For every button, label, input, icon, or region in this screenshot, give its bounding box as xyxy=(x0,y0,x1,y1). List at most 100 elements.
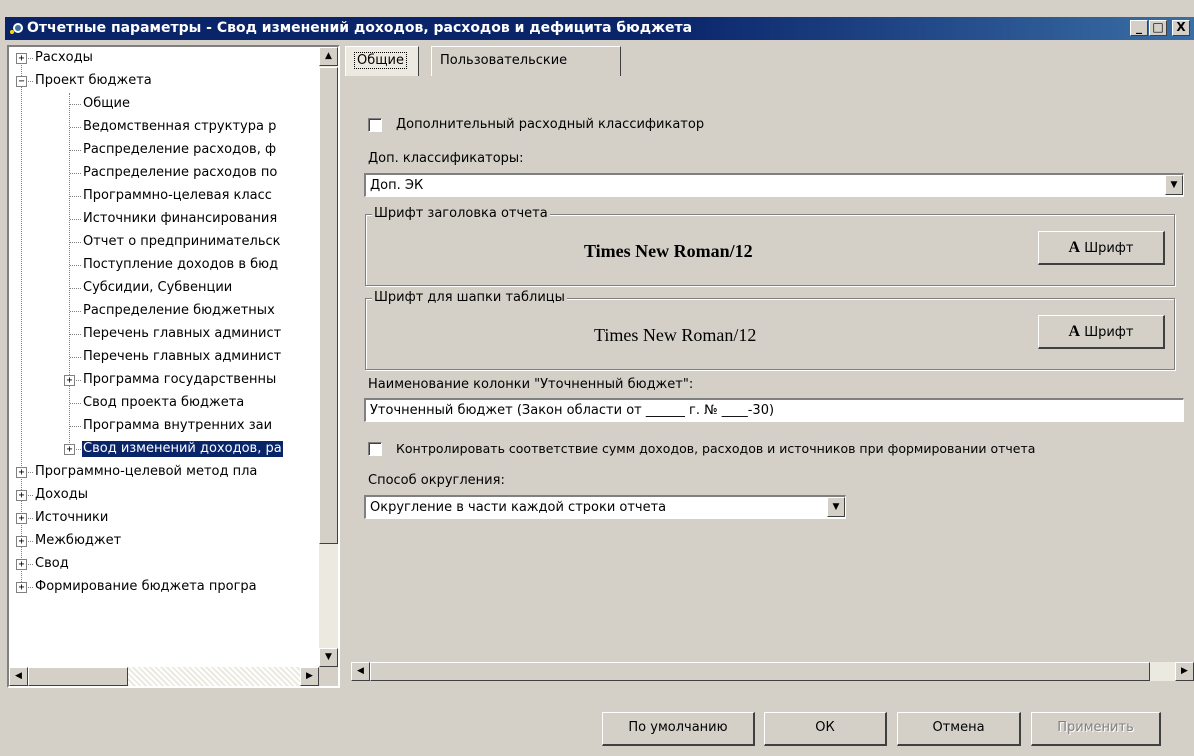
close-button[interactable]: X xyxy=(1172,20,1190,36)
tree-item[interactable]: + Свод xyxy=(9,553,319,576)
control-sums-label: Контролировать соответствие сумм доходов… xyxy=(396,441,1036,456)
tree-item[interactable]: Программно-целевая класс xyxy=(9,185,319,208)
tree-item[interactable]: Отчет о предпринимательск xyxy=(9,231,319,254)
expand-icon[interactable]: + xyxy=(16,53,27,64)
maximize-button[interactable]: □ xyxy=(1149,20,1167,36)
expand-icon[interactable]: + xyxy=(64,444,75,455)
scroll-up-icon[interactable]: ▲ xyxy=(319,47,338,66)
tree-connector xyxy=(28,81,33,82)
control-sums-checkbox[interactable] xyxy=(368,442,382,456)
extra-classifier-checkbox[interactable] xyxy=(368,118,382,132)
column-name-label: Наименование колонки "Уточненный бюджет"… xyxy=(368,377,694,392)
tree-connector xyxy=(28,564,33,565)
scroll-right-icon[interactable]: ▶ xyxy=(1175,662,1194,681)
tree-item-label: Проект бюджета xyxy=(35,73,152,88)
apply-button[interactable]: Применить xyxy=(1031,712,1161,746)
tree-item[interactable]: Перечень главных админист xyxy=(9,346,319,369)
tree-item[interactable]: + Программа государственны xyxy=(9,369,319,392)
tree-item-label: Свод изменений доходов, ра xyxy=(82,441,283,457)
font-icon: A xyxy=(1068,323,1081,340)
tree-connector xyxy=(70,357,81,358)
scroll-right-icon[interactable]: ▶ xyxy=(300,667,319,686)
expand-icon[interactable]: + xyxy=(16,490,27,501)
tree-items: + Расходы − Проект бюджета Общие Ведомственна… xyxy=(9,47,319,667)
collapse-icon[interactable]: − xyxy=(16,76,27,87)
default-button[interactable]: По умолчанию xyxy=(602,712,755,746)
classifiers-select[interactable]: Доп. ЭК ▼ xyxy=(364,173,1184,197)
tree-item[interactable]: − Проект бюджета xyxy=(9,70,319,93)
tree-item[interactable]: + Формирование бюджета програ xyxy=(9,576,319,599)
tree-item[interactable]: Поступление доходов в бюд xyxy=(9,254,319,277)
tree-connector xyxy=(70,104,81,105)
tree-item[interactable]: Источники финансирования xyxy=(9,208,319,231)
tree-item-label: Распределение бюджетных xyxy=(83,303,275,318)
tree-connector xyxy=(70,288,81,289)
tree-item[interactable]: + Доходы xyxy=(9,484,319,507)
tree-item[interactable]: + Программно-целевой метод пла xyxy=(9,461,319,484)
tab-general[interactable]: Общие xyxy=(345,46,419,76)
pane-horizontal-scrollbar[interactable]: ◀ ▶ xyxy=(351,662,1194,681)
expand-icon[interactable]: + xyxy=(64,375,75,386)
tree-item[interactable]: Распределение расходов по xyxy=(9,162,319,185)
scroll-left-icon[interactable]: ◀ xyxy=(9,667,28,686)
tree-horizontal-scrollbar[interactable]: ◀ ▶ xyxy=(9,667,319,686)
expand-icon[interactable]: + xyxy=(16,513,27,524)
tree-connector xyxy=(70,173,81,174)
tree-connector xyxy=(76,380,81,381)
header-font-value: Times New Roman/12 xyxy=(584,241,753,261)
tree-item[interactable]: Ведомственная структура р xyxy=(9,116,319,139)
hscroll-thumb[interactable] xyxy=(28,667,128,686)
report-tree[interactable]: + Расходы − Проект бюджета Общие Ведомственна… xyxy=(7,45,340,688)
tree-connector xyxy=(70,242,81,243)
tree-connector xyxy=(28,58,33,59)
tree-connector xyxy=(70,265,81,266)
scroll-down-icon[interactable]: ▼ xyxy=(319,648,338,667)
table-font-button[interactable]: A Шрифт xyxy=(1038,315,1165,349)
expand-icon[interactable]: + xyxy=(16,467,27,478)
tree-item[interactable]: + Расходы xyxy=(9,47,319,70)
ok-button[interactable]: ОК xyxy=(764,712,887,746)
classifiers-value: Доп. ЭК xyxy=(370,178,424,193)
tree-item[interactable]: Распределение расходов, ф xyxy=(9,139,319,162)
expand-icon[interactable]: + xyxy=(16,536,27,547)
window-title: Отчетные параметры - Свод изменений дохо… xyxy=(27,20,693,36)
tree-item-label: Отчет о предпринимательск xyxy=(83,234,281,249)
chevron-down-icon[interactable]: ▼ xyxy=(827,497,845,517)
general-tab-panel: Дополнительный расходный классификатор Д… xyxy=(345,76,1194,688)
tree-connector xyxy=(70,311,81,312)
scroll-thumb[interactable] xyxy=(319,67,338,544)
cancel-button[interactable]: Отмена xyxy=(897,712,1021,746)
tab-custom[interactable]: Пользовательские xyxy=(431,46,621,76)
tree-item[interactable]: + Межбюджет xyxy=(9,530,319,553)
tree-item[interactable]: + Свод изменений доходов, ра xyxy=(9,438,319,461)
tree-item[interactable]: Свод проекта бюджета xyxy=(9,392,319,415)
tree-item-label: Ведомственная структура р xyxy=(83,119,277,134)
expand-icon[interactable]: + xyxy=(16,559,27,570)
scroll-corner xyxy=(319,667,338,686)
minimize-button[interactable]: _ xyxy=(1130,20,1148,36)
tree-item-label: Перечень главных админист xyxy=(83,349,282,364)
chevron-down-icon[interactable]: ▼ xyxy=(1165,175,1183,195)
tree-item-label: Свод xyxy=(35,556,69,571)
tree-item[interactable]: Субсидии, Субвенции xyxy=(9,277,319,300)
scroll-left-icon[interactable]: ◀ xyxy=(351,662,370,681)
column-name-input[interactable]: Уточненный бюджет (Закон области от ____… xyxy=(364,398,1184,422)
tree-item[interactable]: Перечень главных админист xyxy=(9,323,319,346)
tree-item-label: Программа внутренних заи xyxy=(83,418,273,433)
tree-item-label: Субсидии, Субвенции xyxy=(83,280,233,295)
pane-hscroll-thumb[interactable] xyxy=(370,662,1150,681)
rounding-select[interactable]: Округление в части каждой строки отчета … xyxy=(364,495,846,519)
tree-item[interactable]: Программа внутренних заи xyxy=(9,415,319,438)
tree-item[interactable]: Распределение бюджетных xyxy=(9,300,319,323)
tree-vertical-scrollbar[interactable]: ▲ ▼ xyxy=(319,47,338,667)
extra-classifier-label: Дополнительный расходный классификатор xyxy=(396,117,705,132)
tree-item-label: Поступление доходов в бюд xyxy=(83,257,279,272)
table-font-button-label: Шрифт xyxy=(1084,325,1134,340)
tree-item[interactable]: + Источники xyxy=(9,507,319,530)
app-icon xyxy=(10,23,23,34)
header-font-button[interactable]: A Шрифт xyxy=(1038,231,1165,265)
tree-item[interactable]: Общие xyxy=(9,93,319,116)
rounding-value: Округление в части каждой строки отчета xyxy=(370,500,667,515)
table-font-group-title: Шрифт для шапки таблицы xyxy=(372,290,567,305)
expand-icon[interactable]: + xyxy=(16,582,27,593)
